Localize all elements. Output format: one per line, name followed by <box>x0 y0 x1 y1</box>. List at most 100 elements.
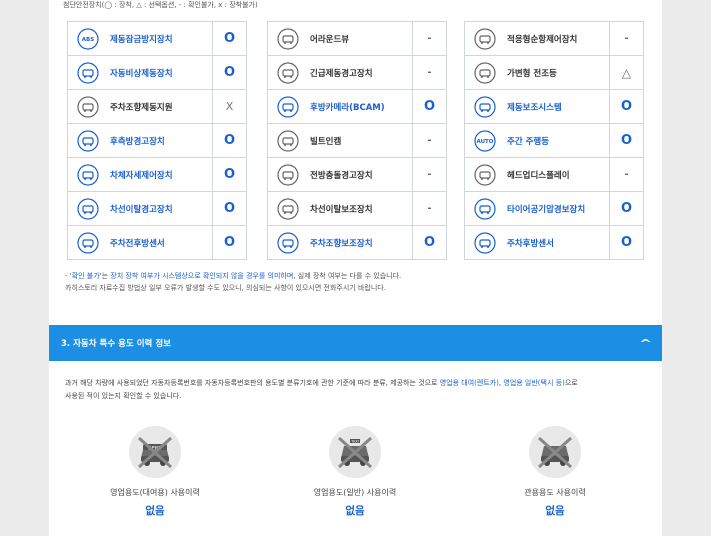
safety-feature-label: 빌트인캠 <box>310 136 342 147</box>
safety-feature-status: O <box>609 191 643 226</box>
usage-rental: RENT 영업용도(대여용) 사용이력 없음 <box>85 426 225 518</box>
safety-feature-label: 후방카메라(BCAM) <box>310 102 385 113</box>
safety-feature-label: 타이어공기압경보장치 <box>507 204 586 215</box>
safety-feature-status: O <box>609 89 643 124</box>
safety-feature-label: 자동비상제동장치 <box>110 68 173 79</box>
safety-feature-label: 차체자세제어장치 <box>110 170 173 181</box>
safety-feature-row: 적응형순항제어장치 - <box>464 21 644 56</box>
chevron-up-icon[interactable]: ^ <box>639 337 652 350</box>
safety-feature-row: 차선이탈경고장치 O <box>67 191 247 226</box>
lane-departure-warning-icon <box>74 197 102 220</box>
safety-feature-row: 빌트인캠 - <box>267 123 447 158</box>
safety-feature-label: 주간 주행등 <box>507 136 550 147</box>
adaptive-headlight-icon <box>471 61 499 84</box>
lane-keep-assist-icon <box>274 197 302 220</box>
safety-feature-row: 주차후방센서 O <box>464 225 644 260</box>
tire-pressure-icon <box>471 197 499 220</box>
note-line-2: 카히스토리 자료수집 방법상 일부 오류가 발생할 수도 있으니, 의심되는 사… <box>65 284 386 292</box>
usage-value: 없음 <box>145 505 165 517</box>
forward-collision-icon <box>274 163 302 186</box>
rental-car-crossed-icon: RENT <box>129 426 181 478</box>
svg-text:TAXI: TAXI <box>350 440 359 444</box>
safety-feature-row: ABS 제동잠금방지장치 O <box>67 21 247 56</box>
safety-feature-label: 헤드업디스플레이 <box>507 170 570 181</box>
brake-assist-icon <box>471 95 499 118</box>
safety-feature-label: 후측방경고장치 <box>110 136 165 147</box>
safety-feature-status: O <box>212 191 246 226</box>
safety-feature-row: 후방카메라(BCAM) O <box>267 89 447 124</box>
safety-feature-status: - <box>412 191 446 226</box>
abs-icon: ABS <box>74 27 102 50</box>
safety-feature-label: 주차조향제동지원 <box>110 102 173 113</box>
safety-feature-status: O <box>212 55 246 90</box>
safety-feature-row: 제동보조시스템 O <box>464 89 644 124</box>
emergency-brake-icon <box>74 61 102 84</box>
safety-feature-row: 차체자세제어장치 O <box>67 157 247 192</box>
safety-feature-status: O <box>609 225 643 260</box>
safety-feature-label: 적응형순항제어장치 <box>507 34 578 45</box>
safety-feature-status: - <box>412 55 446 90</box>
stability-control-icon <box>74 163 102 186</box>
safety-feature-row: 주차조향보조장치 O <box>267 225 447 260</box>
safety-feature-label: 주차전후방센서 <box>110 238 165 249</box>
safety-feature-row: 어라운드뷰 - <box>267 21 447 56</box>
safety-feature-status: O <box>412 89 446 124</box>
safety-feature-row: AUTO 주간 주행등 O <box>464 123 644 158</box>
safety-feature-label: 주차조향보조장치 <box>310 238 373 249</box>
desc-highlight-taxi: 영업용 일반(택시 등) <box>503 379 565 387</box>
safety-feature-row: 주차전후방센서 O <box>67 225 247 260</box>
safety-legend: 첨단안전장치(◯ : 장착, △ : 선택옵션, - : 확인불가, x : 장… <box>63 1 258 9</box>
note-highlight: 확인 불가 <box>71 272 100 280</box>
svg-text:ABS: ABS <box>82 37 94 43</box>
desc-text: 으로 <box>564 379 578 387</box>
safety-feature-status: O <box>212 123 246 158</box>
note-text: , 실제 장착 여부는 다를 수 있습니다. <box>293 272 402 280</box>
government-car-crossed-icon <box>529 426 581 478</box>
brake-warning-icon <box>274 61 302 84</box>
safety-feature-status: O <box>212 157 246 192</box>
safety-feature-row: 차선이탈보조장치 - <box>267 191 447 226</box>
report-page: 첨단안전장치(◯ : 장착, △ : 선택옵션, - : 확인불가, x : 장… <box>49 0 662 536</box>
safety-feature-label: 전방충돌경고장치 <box>310 170 373 181</box>
safety-feature-label: 차선이탈보조장치 <box>310 204 373 215</box>
safety-column-1: ABS 제동잠금방지장치 O 자동비상제동장치 O 주차조향제동지원 X 후측방경고장치 O 차체… <box>67 21 247 260</box>
rear-parking-sensor-icon <box>471 231 499 254</box>
daytime-running-light-icon: AUTO <box>471 129 499 152</box>
safety-feature-status: - <box>412 21 446 56</box>
blind-spot-icon <box>74 129 102 152</box>
safety-feature-label: 제동잠금방지장치 <box>110 34 173 45</box>
usage-government: 관용용도 사용이력 없음 <box>485 426 625 518</box>
steering-wheel-icon <box>74 95 102 118</box>
usage-general: TAXI 영업용도(일반) 사용이력 없음 <box>285 426 425 518</box>
section3-description: 과거 해당 차량에 사용되었던 자동차등록번호를 자동차등록번호판의 용도별 분… <box>65 377 578 403</box>
svg-text:AUTO: AUTO <box>477 139 494 145</box>
note-text: '는 <box>99 272 111 280</box>
note-text: - ' <box>65 272 72 280</box>
adaptive-cruise-icon <box>471 27 499 50</box>
rear-camera-icon <box>274 95 302 118</box>
safety-feature-status: - <box>609 21 643 56</box>
parking-steer-assist-icon <box>274 231 302 254</box>
safety-feature-row: 후측방경고장치 O <box>67 123 247 158</box>
safety-column-2: 어라운드뷰 - 긴급제동경고장치 - 후방카메라(BCAM) O 빌트인캠 - 전방충돌경고장치… <box>267 21 447 260</box>
safety-feature-label: 긴급제동경고장치 <box>310 68 373 79</box>
safety-feature-label: 가변형 전조등 <box>507 68 557 79</box>
around-view-icon <box>274 27 302 50</box>
usage-label: 영업용도(대여용) 사용이력 <box>110 488 200 497</box>
head-up-display-icon <box>471 163 499 186</box>
usage-value: 없음 <box>545 505 565 517</box>
safety-feature-row: 긴급제동경고장치 - <box>267 55 447 90</box>
safety-feature-row: 전방충돌경고장치 - <box>267 157 447 192</box>
safety-column-3: 적응형순항제어장치 - 가변형 전조등 △ 제동보조시스템 O AUTO 주간 주행등 O 헤드업… <box>464 21 644 260</box>
section3-title: 3. 자동차 특수 용도 이력 정보 <box>61 339 171 349</box>
section3-header[interactable]: 3. 자동차 특수 용도 이력 정보 ^ <box>49 325 662 361</box>
safety-feature-status: - <box>609 157 643 192</box>
safety-feature-status: - <box>412 123 446 158</box>
safety-notes: - '확인 불가'는 장치 장착 여부가 시스템상으로 확인되지 않을 경우를 … <box>65 270 401 294</box>
taxi-crossed-icon: TAXI <box>329 426 381 478</box>
safety-feature-row: 자동비상제동장치 O <box>67 55 247 90</box>
safety-feature-row: 주차조향제동지원 X <box>67 89 247 124</box>
safety-feature-status: O <box>212 225 246 260</box>
safety-feature-row: 타이어공기압경보장치 O <box>464 191 644 226</box>
safety-feature-status: O <box>412 225 446 260</box>
